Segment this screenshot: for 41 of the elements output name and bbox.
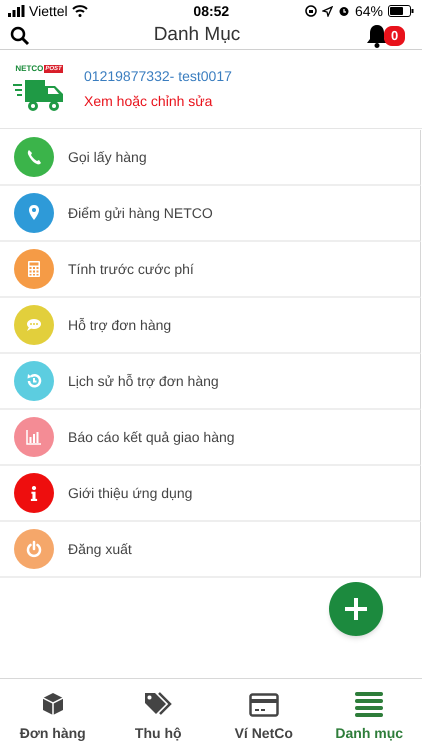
menu-label: Giới thiệu ứng dụng — [68, 484, 192, 503]
menu-icon — [354, 691, 384, 717]
wifi-icon — [72, 5, 88, 17]
page-title: Danh Mục — [154, 23, 240, 48]
edit-profile-link[interactable]: Xem hoặc chỉnh sửa — [84, 91, 232, 112]
menu-item[interactable]: Gọi lấy hàng — [0, 130, 421, 186]
menu-label: Báo cáo kết quả giao hàng — [68, 428, 235, 447]
menu-item[interactable]: Báo cáo kết quả giao hàng — [0, 410, 421, 466]
tags-icon — [143, 691, 174, 717]
menu-label: Đăng xuất — [68, 540, 132, 559]
tab[interactable]: Ví NetCo — [211, 691, 316, 750]
tab[interactable]: Đơn hàng — [0, 691, 106, 750]
carrier-name: Viettel — [29, 2, 68, 20]
battery-percent: 64% — [354, 2, 383, 20]
menu-label: Gọi lấy hàng — [68, 148, 147, 167]
battery-icon — [388, 5, 414, 17]
tab[interactable]: Danh mục — [316, 691, 422, 750]
plus-icon — [344, 597, 368, 621]
clock-time: 08:52 — [193, 2, 230, 20]
menu-label: Tính trước cước phí — [68, 260, 194, 279]
menu-item[interactable]: Tính trước cước phí — [0, 242, 421, 298]
tab[interactable]: Thu hộ — [106, 691, 211, 750]
credit-card-icon — [248, 693, 279, 717]
search-icon[interactable] — [10, 26, 30, 46]
menu-item[interactable]: Lịch sử hỗ trợ đơn hàng — [0, 354, 421, 410]
menu-label: Hỗ trợ đơn hàng — [68, 316, 172, 335]
menu-item[interactable]: Điểm gửi hàng NETCO — [0, 186, 421, 242]
account-name: 01219877332- test0017 — [84, 67, 232, 86]
menu-label: Lịch sử hỗ trợ đơn hàng — [68, 372, 219, 391]
notification-badge: 0 — [384, 26, 406, 46]
menu-item[interactable]: Giới thiệu ứng dụng — [0, 466, 421, 522]
location-arrow-icon — [322, 6, 333, 16]
logo-text: NETCO — [15, 64, 44, 74]
menu-label: Điểm gửi hàng NETCO — [68, 204, 213, 223]
alarm-icon — [338, 5, 350, 17]
rotation-lock-icon — [304, 5, 317, 17]
menu-item[interactable]: Đăng xuất — [0, 522, 421, 578]
info-icon — [30, 486, 38, 500]
signal-icon — [8, 5, 25, 17]
add-button[interactable] — [329, 582, 383, 636]
menu-item[interactable]: Hỗ trợ đơn hàng — [0, 298, 421, 354]
